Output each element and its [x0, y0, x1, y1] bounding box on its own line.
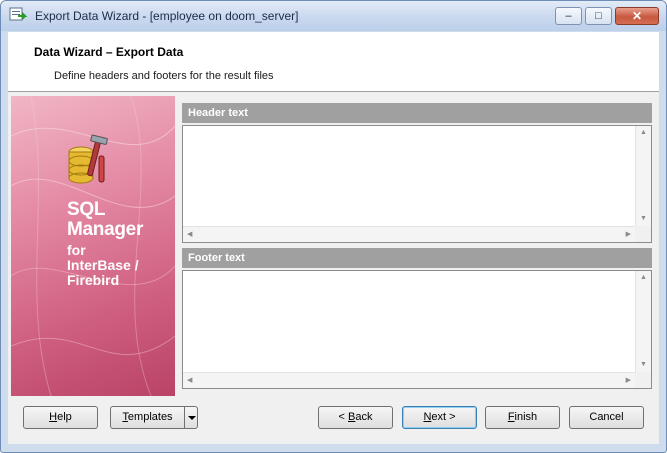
brand-name: SQL Manager: [67, 199, 144, 240]
header-text-label: Header text: [182, 103, 652, 123]
minimize-icon: –: [565, 10, 572, 22]
next-button[interactable]: Next >: [402, 406, 477, 429]
scrollbar-corner: [635, 372, 651, 388]
wizard-header: Data Wizard – Export Data Define headers…: [8, 32, 659, 92]
export-wizard-icon: [9, 7, 28, 23]
scroll-right-icon[interactable]: ▶: [626, 231, 631, 239]
footer-vertical-scrollbar[interactable]: ▲ ▼: [635, 271, 651, 372]
back-button[interactable]: < Back: [318, 406, 393, 429]
scroll-up-icon[interactable]: ▲: [640, 129, 647, 137]
finish-button[interactable]: Finish: [485, 406, 560, 429]
header-horizontal-scrollbar[interactable]: ◀ ▶: [183, 226, 635, 242]
brand-product: for InterBase / Firebird: [67, 242, 139, 288]
header-text-editor[interactable]: ▲ ▼ ◀ ▶: [182, 125, 652, 243]
window-title: Export Data Wizard - [employee on doom_s…: [35, 9, 299, 23]
scroll-right-icon[interactable]: ▶: [626, 377, 631, 385]
footer-text-editor[interactable]: ▲ ▼ ◀ ▶: [182, 270, 652, 389]
maximize-icon: □: [595, 10, 602, 22]
wizard-body: Data Wizard – Export Data Define headers…: [8, 32, 659, 444]
scroll-left-icon[interactable]: ◀: [187, 377, 192, 385]
templates-button[interactable]: Templates: [110, 406, 185, 429]
scrollbar-corner: [635, 226, 651, 242]
page-title: Data Wizard – Export Data: [34, 45, 184, 59]
scroll-down-icon[interactable]: ▼: [640, 361, 647, 369]
chevron-down-icon: [188, 416, 196, 420]
scroll-down-icon[interactable]: ▼: [640, 215, 647, 223]
page-subtitle: Define headers and footers for the resul…: [54, 70, 274, 82]
header-vertical-scrollbar[interactable]: ▲ ▼: [635, 126, 651, 226]
templates-dropdown-button[interactable]: [184, 406, 198, 429]
close-icon: ✕: [631, 9, 643, 23]
footer-horizontal-scrollbar[interactable]: ◀ ▶: [183, 372, 635, 388]
maximize-button[interactable]: □: [585, 7, 612, 25]
minimize-button[interactable]: –: [555, 7, 582, 25]
brand-sidebar: SQL Manager for InterBase / Firebird: [11, 96, 175, 396]
export-wizard-window: Export Data Wizard - [employee on doom_s…: [0, 0, 667, 453]
database-tools-icon: [65, 134, 109, 190]
cancel-button[interactable]: Cancel: [569, 406, 644, 429]
header-footer-panel: Header text ▲ ▼ ◀ ▶ Footer text ▲ ▼ ◀ ▶: [182, 101, 652, 391]
footer-text-label: Footer text: [182, 248, 652, 268]
scroll-left-icon[interactable]: ◀: [187, 231, 192, 239]
close-button[interactable]: ✕: [615, 7, 659, 25]
help-button[interactable]: Help: [23, 406, 98, 429]
title-bar[interactable]: Export Data Wizard - [employee on doom_s…: [1, 1, 666, 31]
scroll-up-icon[interactable]: ▲: [640, 274, 647, 282]
